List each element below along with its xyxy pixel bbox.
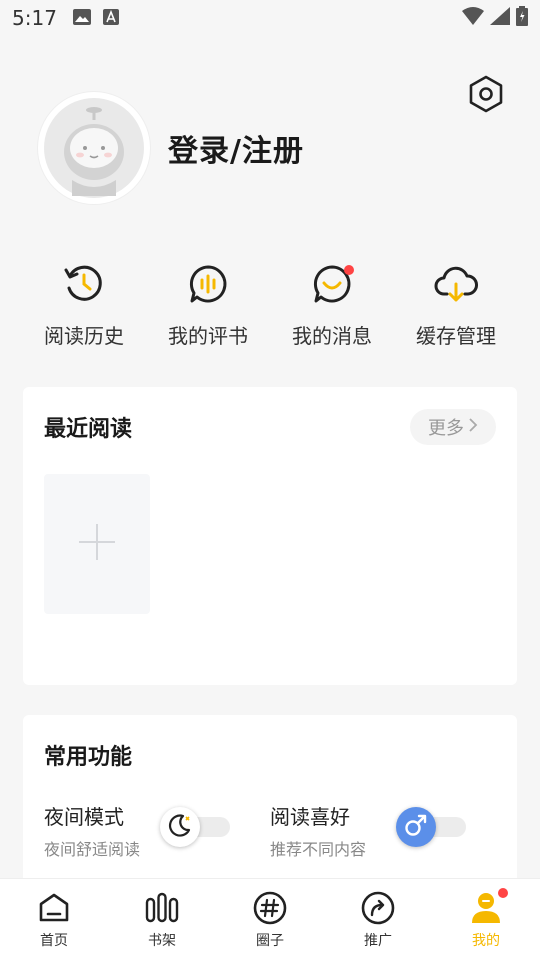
- notification-badge: [498, 887, 508, 898]
- function-row: 夜间模式 夜间舒适阅读 阅读喜好 推荐不同内容: [44, 801, 496, 859]
- reading-preference-toggle[interactable]: [396, 807, 468, 847]
- tab-mine[interactable]: 我的: [436, 887, 536, 950]
- quick-item-label: 我的评书: [168, 324, 248, 348]
- image-notification-icon: [72, 6, 91, 30]
- plus-icon: [77, 522, 117, 566]
- quick-item-label: 阅读历史: [44, 324, 124, 348]
- avatar[interactable]: [38, 92, 150, 204]
- profile-icon: [468, 887, 508, 926]
- battery-icon: [516, 5, 528, 31]
- quick-item-reviews[interactable]: 我的评书: [146, 262, 270, 349]
- cache-download-icon: [434, 262, 478, 306]
- wifi-icon: [462, 6, 484, 30]
- quick-item-messages[interactable]: 我的消息: [270, 262, 394, 349]
- bookshelf-icon: [144, 890, 180, 926]
- tab-label: 首页: [40, 932, 68, 949]
- more-label: 更多: [428, 418, 464, 439]
- message-icon: [310, 262, 354, 306]
- circle-hash-icon: [252, 890, 288, 926]
- toggle-knob: [396, 807, 436, 847]
- tab-label: 书架: [148, 932, 176, 949]
- toggle-knob: [160, 807, 200, 847]
- quick-item-history[interactable]: 阅读历史: [22, 262, 146, 349]
- add-book-button[interactable]: [44, 474, 150, 614]
- robot-avatar-icon: [44, 98, 144, 198]
- font-notification-icon: [102, 6, 119, 30]
- login-register-link[interactable]: 登录/注册: [168, 126, 304, 170]
- quick-item-cache[interactable]: 缓存管理: [394, 262, 518, 349]
- tab-circle[interactable]: 圈子: [220, 890, 320, 950]
- quick-actions: 阅读历史 我的评书 我的消息 缓存管理: [22, 262, 518, 349]
- status-bar: 5:17: [0, 0, 540, 36]
- more-button[interactable]: 更多: [410, 409, 496, 445]
- recent-reading-title: 最近阅读: [44, 417, 133, 442]
- tab-label: 推广: [364, 932, 392, 949]
- male-gender-icon: [403, 812, 429, 842]
- common-functions-title: 常用功能: [44, 745, 133, 770]
- reading-preference-item: 阅读喜好 推荐不同内容: [270, 801, 496, 859]
- quick-item-label: 我的消息: [292, 324, 372, 348]
- bottom-tab-bar: 首页 书架 圈子 推广 我的: [0, 878, 540, 960]
- tab-home[interactable]: 首页: [4, 890, 104, 950]
- profile-header[interactable]: 登录/注册: [38, 92, 304, 204]
- unread-badge: [344, 265, 354, 275]
- share-icon: [360, 890, 396, 926]
- tab-label: 圈子: [256, 932, 284, 949]
- night-mode-subtitle: 夜间舒适阅读: [44, 840, 141, 859]
- recent-reading-card: 最近阅读 更多: [23, 387, 517, 685]
- review-icon: [186, 262, 230, 306]
- night-mode-toggle[interactable]: [160, 807, 232, 847]
- tab-label: 我的: [472, 932, 500, 949]
- signal-icon: [490, 6, 510, 30]
- night-mode-item: 夜间模式 夜间舒适阅读: [44, 801, 270, 859]
- history-icon: [62, 262, 106, 306]
- settings-button[interactable]: [466, 74, 506, 114]
- tab-bookshelf[interactable]: 书架: [112, 890, 212, 950]
- hexagon-settings-icon: [466, 75, 506, 118]
- tab-promote[interactable]: 推广: [328, 890, 428, 950]
- status-time: 5:17: [12, 6, 57, 30]
- home-icon: [36, 890, 72, 926]
- moon-icon: [167, 812, 193, 842]
- night-mode-label: 夜间模式: [44, 805, 124, 829]
- chevron-right-icon: [468, 417, 478, 438]
- quick-item-label: 缓存管理: [416, 324, 496, 348]
